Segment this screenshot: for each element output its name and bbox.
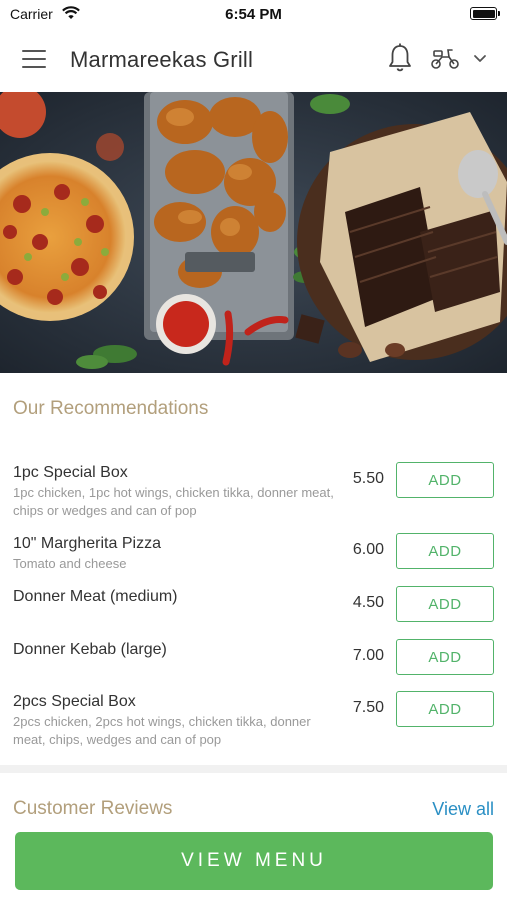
add-button[interactable]: ADD [396, 639, 494, 675]
item-name: 1pc Special Box [13, 464, 128, 481]
clock: 6:54 PM [225, 6, 282, 23]
view-menu-button[interactable]: VIEW MENU [15, 832, 493, 890]
battery-icon [470, 7, 500, 20]
item-price: 6.00 [352, 541, 384, 558]
item-price: 4.50 [352, 594, 384, 611]
view-all-link[interactable]: View all [432, 799, 494, 820]
app-header: Marmareekas Grill [0, 28, 507, 92]
hamburger-menu-icon[interactable] [22, 50, 46, 68]
reviews-title: Customer Reviews [13, 798, 173, 819]
scooter-icon[interactable] [430, 45, 460, 71]
add-button[interactable]: ADD [396, 586, 494, 622]
bell-icon[interactable] [385, 42, 415, 74]
add-button[interactable]: ADD [396, 533, 494, 569]
item-price: 7.00 [352, 647, 384, 664]
item-name: 2pcs Special Box [13, 693, 136, 710]
status-bar: Carrier 6:54 PM [0, 0, 507, 28]
item-name: Donner Meat (medium) [13, 588, 178, 605]
item-name: 10" Margherita Pizza [13, 535, 161, 552]
item-name: Donner Kebab (large) [13, 641, 167, 658]
recommendations-title: Our Recommendations [13, 398, 209, 419]
section-divider [0, 765, 507, 773]
item-price: 7.50 [352, 699, 384, 716]
restaurant-title: Marmareekas Grill [70, 47, 254, 72]
add-button[interactable]: ADD [396, 462, 494, 498]
item-price: 5.50 [352, 470, 384, 487]
chevron-down-icon[interactable] [472, 50, 488, 66]
item-description: 2pcs chicken, 2pcs hot wings, chicken ti… [13, 714, 311, 747]
item-description: Tomato and cheese [13, 556, 127, 571]
add-button[interactable]: ADD [396, 691, 494, 727]
hero-food-image [0, 92, 507, 373]
item-description: 1pc chicken, 1pc hot wings, chicken tikk… [13, 485, 334, 518]
